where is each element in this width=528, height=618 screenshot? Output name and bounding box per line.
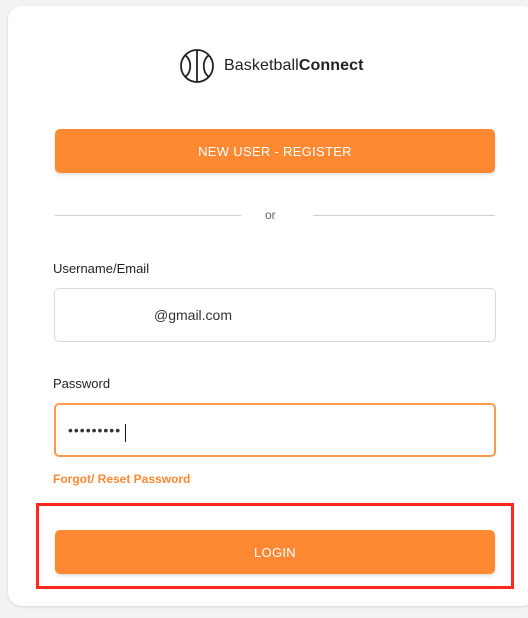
or-divider: or <box>55 206 495 226</box>
basketball-icon <box>180 49 214 83</box>
brand-name-regular: Basketball <box>224 57 299 74</box>
text-caret <box>125 424 126 442</box>
divider-line-left <box>55 215 241 216</box>
username-label: Username/Email <box>53 261 150 276</box>
register-button[interactable]: NEW USER - REGISTER <box>55 129 495 173</box>
forgot-password-link[interactable]: Forgot/ Reset Password <box>53 472 190 486</box>
brand-name-bold: Connect <box>298 57 364 74</box>
brand-name: BasketballConnect <box>224 57 364 75</box>
username-input[interactable] <box>54 288 496 342</box>
divider-line-right <box>313 215 495 216</box>
divider-text: or <box>265 208 276 222</box>
brand-logo: BasketballConnect <box>178 46 364 86</box>
password-input[interactable] <box>54 403 496 457</box>
login-card: BasketballConnect NEW USER - REGISTER or… <box>8 6 528 606</box>
password-label: Password <box>53 376 111 391</box>
login-button[interactable]: LOGIN <box>55 530 495 574</box>
